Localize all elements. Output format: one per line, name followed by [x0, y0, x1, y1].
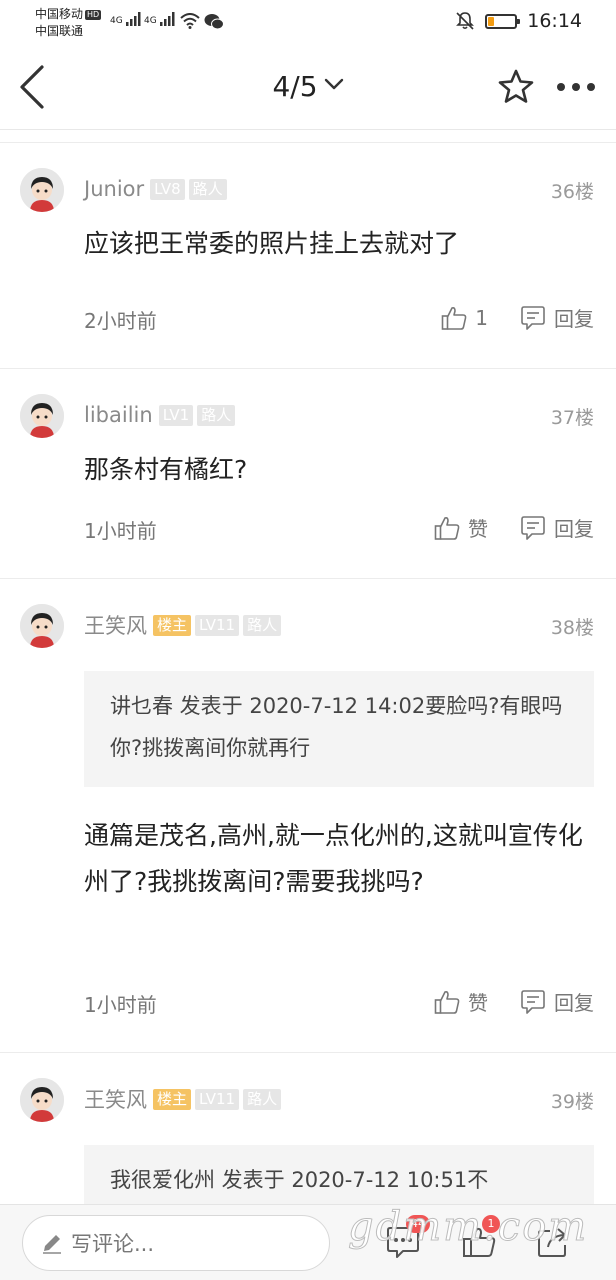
comment-meta: 王笑风 楼主 LV11 路人 [84, 610, 282, 640]
avatar[interactable] [20, 394, 64, 438]
star-icon[interactable] [497, 68, 535, 104]
avatar[interactable] [20, 604, 64, 648]
avatar[interactable] [20, 168, 64, 212]
comment-input[interactable]: 写评论... [22, 1215, 330, 1271]
username[interactable]: libailin [84, 403, 153, 427]
status-right: 16:14 [455, 10, 582, 32]
carrier-1: 中国移动 [35, 7, 84, 21]
owner-tag: 楼主 [153, 1088, 192, 1110]
signal-icon-1: 4G [110, 12, 142, 26]
reply-button[interactable]: 回复 [520, 513, 594, 542]
network-type-2: 4G [144, 16, 157, 26]
reply-label: 回复 [554, 991, 594, 1015]
avatar-icon [20, 604, 64, 648]
username[interactable]: 王笑风 [84, 610, 147, 640]
battery-icon [485, 13, 521, 29]
clock: 16:14 [527, 10, 582, 32]
level-tag: LV11 [195, 614, 240, 636]
comment-text: 那条村有橘红? [84, 455, 248, 484]
username[interactable]: Junior [84, 177, 144, 201]
share-button[interactable] [536, 1225, 570, 1263]
quoted-comment[interactable]: 讲乜春 发表于 2020-7-12 14:02要脸吗?有眼吗你?挑拨离间你就再行 [84, 671, 594, 787]
like-label: 1 [475, 305, 488, 330]
nav-bar: 4/5 [0, 44, 616, 130]
username[interactable]: 王笑风 [84, 1084, 147, 1114]
comment-actions: 1 回复 [441, 303, 594, 332]
level-tag: LV11 [195, 1088, 240, 1110]
wechat-icon [204, 14, 224, 30]
comment-input-placeholder: 写评论... [71, 1232, 155, 1256]
share-icon [538, 1228, 566, 1257]
comment-time: 1小时前 [84, 993, 157, 1017]
like-label: 赞 [468, 991, 488, 1015]
wifi-icon [180, 13, 200, 29]
comment-time: 2小时前 [84, 309, 157, 333]
role-tag: 路人 [243, 614, 282, 636]
comment-text: 通篇是茂名,高州,就一点化州的,这就叫宣传化州了?我挑拨离间?需要我挑吗? [84, 821, 583, 896]
avatar-icon [20, 168, 64, 212]
level-tag: LV8 [150, 178, 185, 200]
comment-count-badge: 44 [406, 1215, 430, 1233]
network-type-1: 4G [110, 16, 123, 26]
comments-button[interactable]: 44 [386, 1215, 430, 1263]
status-bar: 中国移动 HD 中国联通 4G 4G 16:14 [0, 0, 616, 44]
page-indicator: 4/5 [272, 70, 318, 103]
comment-meta: Junior LV8 路人 [84, 177, 227, 201]
role-tag: 路人 [243, 1088, 282, 1110]
comment-item: Junior LV8 路人 36楼 应该把王常委的照片挂上去就对了 2小时前 1… [0, 142, 616, 368]
hd-badge: HD [85, 10, 102, 20]
reply-icon [521, 989, 545, 1014]
comment-list: Junior LV8 路人 36楼 应该把王常委的照片挂上去就对了 2小时前 1… [0, 142, 616, 1225]
reply-icon [521, 305, 545, 330]
role-tag: 路人 [197, 404, 236, 426]
like-button[interactable]: 1 [441, 305, 488, 331]
like-count-badge: 1 [482, 1215, 500, 1233]
owner-tag: 楼主 [153, 614, 192, 636]
battery-fill [488, 16, 494, 26]
avatar-icon [20, 394, 64, 438]
chevron-down-icon [324, 78, 343, 90]
bottom-bar: 写评论... 44 1 gdmm.com [0, 1204, 616, 1280]
avatar-icon [20, 1078, 64, 1122]
more-icon[interactable] [556, 82, 596, 92]
role-tag: 路人 [188, 178, 227, 200]
pencil-icon [43, 1235, 61, 1254]
avatar[interactable] [20, 1078, 64, 1122]
comment-meta: 王笑风 楼主 LV11 路人 [84, 1084, 282, 1114]
reply-button[interactable]: 回复 [520, 303, 594, 332]
comment-item: libailin LV1 路人 37楼 那条村有橘红? 1小时前 赞 回复 [0, 368, 616, 578]
thumbs-up-icon [434, 990, 460, 1014]
mute-bell-icon [456, 12, 475, 30]
floor-number: 37楼 [550, 407, 594, 429]
comment-time: 1小时前 [84, 519, 157, 543]
like-button[interactable]: 赞 [434, 987, 488, 1016]
reply-label: 回复 [554, 517, 594, 541]
level-tag: LV1 [158, 404, 194, 426]
thread-like-button[interactable]: 1 [462, 1215, 500, 1263]
comment-actions: 赞 回复 [434, 513, 594, 542]
like-label: 赞 [468, 517, 488, 541]
floor-number: 39楼 [550, 1091, 594, 1113]
reply-button[interactable]: 回复 [520, 987, 594, 1016]
signal-icon-2: 4G [144, 12, 176, 26]
comment-text: 应该把王常委的照片挂上去就对了 [84, 229, 460, 258]
floor-number: 38楼 [550, 617, 594, 639]
comment-actions: 赞 回复 [434, 987, 594, 1016]
floor-number: 36楼 [550, 181, 594, 203]
thumbs-up-icon [441, 306, 467, 330]
comment-item: 王笑风 楼主 LV11 路人 39楼 我很爱化州 发表于 2020-7-12 1… [0, 1052, 616, 1225]
reply-icon [521, 515, 545, 540]
reply-label: 回复 [554, 307, 594, 331]
comment-meta: libailin LV1 路人 [84, 403, 236, 427]
carrier-info: 中国移动 HD 中国联通 [35, 6, 102, 40]
carrier-2: 中国联通 [35, 24, 84, 38]
like-button[interactable]: 赞 [434, 513, 488, 542]
thumbs-up-icon [434, 516, 460, 540]
comment-item: 王笑风 楼主 LV11 路人 38楼 讲乜春 发表于 2020-7-12 14:… [0, 578, 616, 1052]
